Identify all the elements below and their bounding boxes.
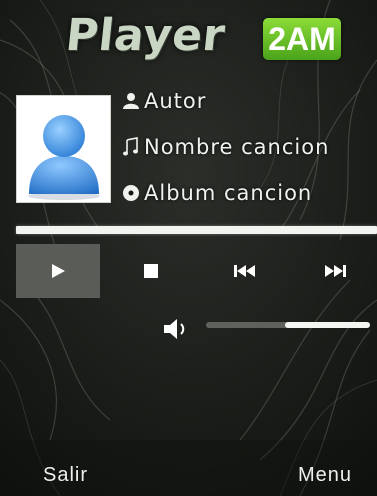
menu-softkey[interactable]: Menu	[298, 464, 352, 487]
author-label: Autor	[144, 89, 207, 113]
previous-button[interactable]	[203, 244, 287, 298]
play-button[interactable]	[16, 244, 100, 298]
previous-icon	[234, 265, 255, 277]
album-label: Album cancion	[144, 181, 313, 205]
track-progress-bar[interactable]	[16, 226, 377, 234]
song-label: Nombre cancion	[144, 135, 330, 159]
artist-avatar	[16, 95, 111, 203]
app-logo: Player 2AM	[0, 4, 377, 66]
next-icon	[325, 265, 346, 277]
play-icon	[52, 264, 65, 278]
logo-word: Player	[63, 10, 228, 61]
person-icon	[118, 88, 144, 114]
stop-icon	[144, 264, 158, 278]
exit-softkey[interactable]: Salir	[43, 464, 88, 487]
next-button[interactable]	[293, 244, 377, 298]
song-row: Nombre cancion	[118, 132, 329, 162]
disc-icon	[118, 180, 144, 206]
person-avatar-icon	[28, 115, 100, 200]
speaker-icon[interactable]	[160, 314, 190, 344]
music-note-icon	[118, 134, 144, 160]
volume-slider-fill	[284, 322, 370, 328]
stop-button[interactable]	[109, 244, 193, 298]
logo-badge: 2AM	[263, 18, 341, 60]
volume-slider[interactable]	[206, 322, 370, 328]
author-row: Autor	[118, 86, 206, 116]
album-row: Album cancion	[118, 178, 312, 208]
